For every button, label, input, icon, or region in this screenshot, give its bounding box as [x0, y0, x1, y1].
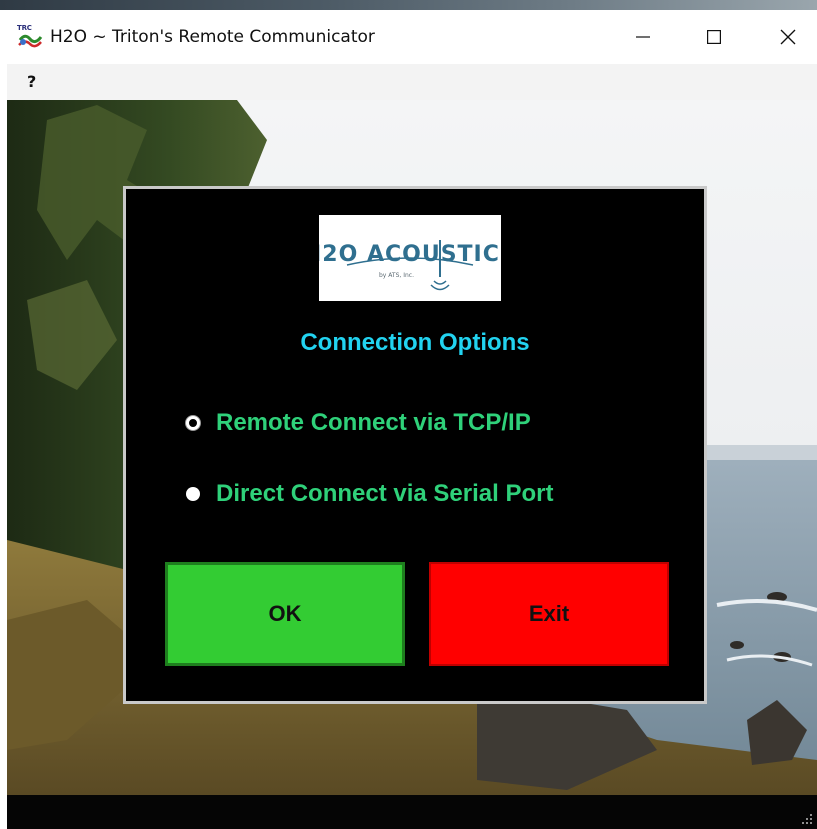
radio-unselected-icon[interactable] [186, 487, 200, 501]
minimize-icon [636, 36, 650, 38]
exit-button[interactable]: Exit [429, 562, 669, 666]
option-serial-label: Direct Connect via Serial Port [216, 480, 554, 507]
dialog-heading: Connection Options [300, 329, 530, 356]
window-left-border [0, 64, 7, 829]
desktop-background-strip [0, 0, 817, 10]
maximize-button[interactable] [691, 10, 737, 64]
option-tcpip[interactable]: Remote Connect via TCP/IP [186, 409, 531, 437]
close-button[interactable] [765, 10, 811, 64]
svg-text:by ATS, Inc.: by ATS, Inc. [379, 272, 414, 279]
close-icon [780, 29, 796, 45]
help-menu[interactable]: ? [27, 72, 36, 91]
maximize-icon [707, 30, 721, 44]
window-title: H2O ~ Triton's Remote Communicator [50, 27, 375, 47]
resize-grip-icon[interactable] [801, 813, 813, 825]
ok-button[interactable]: OK [165, 562, 405, 666]
title-bar[interactable]: TRC H2O ~ Triton's Remote Communicator [0, 10, 817, 64]
menu-bar: ? [7, 64, 817, 100]
connection-dialog: H2O ACOUSTICS by ATS, Inc. Connection Op… [123, 186, 707, 704]
app-icon: TRC [17, 24, 43, 50]
option-serial[interactable]: Direct Connect via Serial Port [186, 480, 553, 508]
radio-selected-icon[interactable] [186, 416, 200, 430]
minimize-button[interactable] [620, 10, 666, 64]
svg-text:H2O ACOUSTICS: H2O ACOUSTICS [319, 242, 501, 267]
status-bar [7, 795, 817, 829]
company-logo: H2O ACOUSTICS by ATS, Inc. [303, 215, 516, 301]
app-window: TRC H2O ~ Triton's Remote Communicator ?… [0, 0, 817, 829]
option-tcpip-label: Remote Connect via TCP/IP [216, 409, 531, 436]
